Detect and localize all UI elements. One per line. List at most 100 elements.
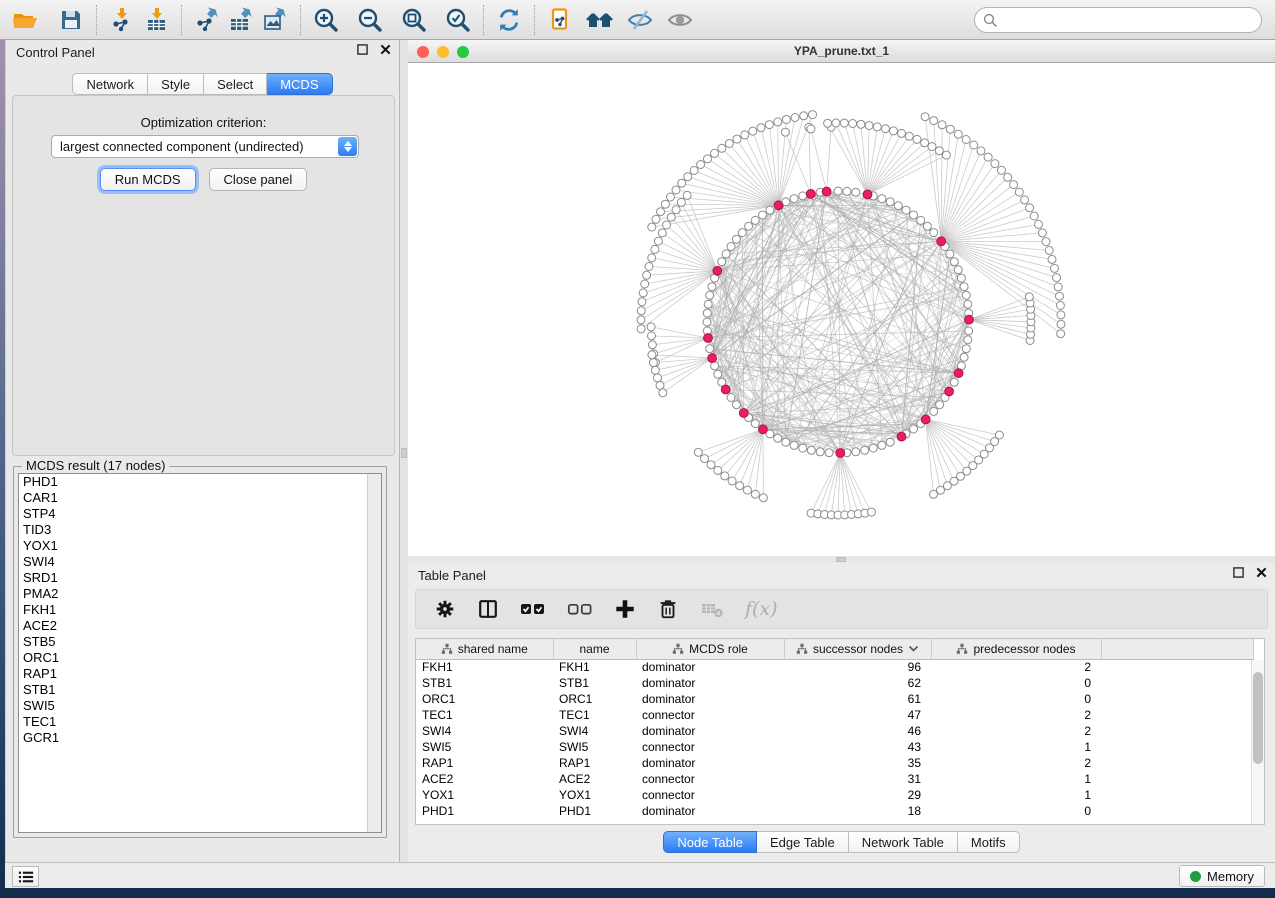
group-attribute-icon: [672, 643, 684, 655]
mcds-result-item[interactable]: GCR1: [19, 730, 381, 746]
table-row[interactable]: SWI4SWI4dominator462: [416, 723, 1253, 739]
main-toolbar: [0, 0, 1275, 40]
export-image-button[interactable]: [258, 4, 292, 36]
hide-selected-button[interactable]: [623, 4, 657, 36]
column-header-name[interactable]: name: [553, 639, 636, 659]
mcds-result-item[interactable]: FKH1: [19, 602, 381, 618]
select-all-button[interactable]: [520, 600, 546, 618]
mcds-result-item[interactable]: ACE2: [19, 618, 381, 634]
horizontal-splitter-handle[interactable]: [836, 557, 846, 562]
search-input[interactable]: [1003, 10, 1261, 30]
mcds-result-item[interactable]: SWI4: [19, 554, 381, 570]
zoom-in-button[interactable]: [309, 4, 343, 36]
tab-network[interactable]: Network: [72, 73, 148, 95]
float-panel-icon[interactable]: [357, 44, 368, 55]
column-header-predecessor-nodes[interactable]: predecessor nodes: [931, 639, 1101, 659]
result-list-scrollbar[interactable]: [367, 474, 381, 832]
import-table-button[interactable]: [139, 4, 173, 36]
mcds-result-item[interactable]: YOX1: [19, 538, 381, 554]
show-all-button[interactable]: [663, 4, 697, 36]
node-table[interactable]: shared namenameMCDS rolesuccessor nodesp…: [415, 638, 1265, 825]
toolbar-separator: [181, 5, 182, 35]
memory-button[interactable]: Memory: [1179, 865, 1265, 887]
mcds-result-item[interactable]: STB1: [19, 682, 381, 698]
optimization-criterion-value: largest connected component (undirected): [60, 139, 304, 154]
table-row[interactable]: PHD1PHD1dominator180: [416, 803, 1253, 819]
column-header-MCDS-role[interactable]: MCDS role: [636, 639, 784, 659]
float-panel-icon[interactable]: [1233, 567, 1244, 578]
mcds-result-item[interactable]: ORC1: [19, 650, 381, 666]
zoom-fit-button[interactable]: [397, 4, 431, 36]
add-row-button[interactable]: [614, 598, 636, 620]
tab-mcds[interactable]: MCDS: [267, 73, 332, 95]
network-view-window: YPA_prune.txt_1: [408, 40, 1275, 556]
export-table-button[interactable]: [224, 4, 258, 36]
table-row[interactable]: SWI5SWI5connector431: [416, 739, 1253, 755]
tab-node-table[interactable]: Node Table: [663, 831, 757, 853]
table-scrollbar-thumb[interactable]: [1253, 672, 1263, 764]
group-attribute-icon: [441, 643, 453, 655]
double-house-icon: [586, 8, 614, 32]
tab-network-table[interactable]: Network Table: [849, 831, 958, 853]
column-header-successor-nodes[interactable]: successor nodes: [784, 639, 931, 659]
import-network-button[interactable]: [105, 4, 139, 36]
table-row[interactable]: FKH1FKH1dominator962: [416, 659, 1253, 675]
mcds-result-item[interactable]: TEC1: [19, 714, 381, 730]
traffic-minimize-button[interactable]: [437, 46, 449, 58]
table-scrollbar[interactable]: [1251, 660, 1264, 824]
mcds-result-item[interactable]: RAP1: [19, 666, 381, 682]
delete-row-button[interactable]: [657, 598, 679, 620]
task-history-button[interactable]: [12, 866, 39, 887]
mcds-result-item[interactable]: PHD1: [19, 474, 381, 490]
table-row[interactable]: YOX1YOX1connector291: [416, 787, 1253, 803]
mcds-result-group-title: MCDS result (17 nodes): [22, 458, 169, 473]
table-settings-button[interactable]: [434, 598, 456, 620]
close-panel-button[interactable]: Close panel: [209, 168, 308, 191]
mcds-result-item[interactable]: SWI5: [19, 698, 381, 714]
optimization-criterion-select[interactable]: largest connected component (undirected): [51, 135, 359, 158]
run-mcds-button[interactable]: Run MCDS: [100, 168, 196, 191]
close-panel-icon[interactable]: [380, 44, 391, 55]
traffic-zoom-button[interactable]: [457, 46, 469, 58]
mcds-result-item[interactable]: STB5: [19, 634, 381, 650]
tab-edge-table[interactable]: Edge Table: [757, 831, 849, 853]
mcds-result-item[interactable]: PMA2: [19, 586, 381, 602]
table-row[interactable]: STB1STB1dominator620: [416, 675, 1253, 691]
delete-table-button: [700, 599, 724, 619]
mcds-result-item[interactable]: SRD1: [19, 570, 381, 586]
traffic-close-button[interactable]: [417, 46, 429, 58]
open-folder-icon: [12, 8, 39, 32]
mcds-result-list[interactable]: PHD1CAR1STP4TID3YOX1SWI4SRD1PMA2FKH1ACE2…: [18, 473, 382, 833]
mcds-result-item[interactable]: CAR1: [19, 490, 381, 506]
vertical-splitter-handle[interactable]: [401, 448, 407, 458]
column-header-shared-name[interactable]: shared name: [416, 639, 553, 659]
close-panel-icon[interactable]: [1256, 567, 1267, 578]
control-panel: Control Panel NetworkStyleSelectMCDS Opt…: [5, 40, 400, 862]
tab-style[interactable]: Style: [148, 73, 204, 95]
deselect-all-button[interactable]: [567, 600, 593, 618]
table-row[interactable]: ORC1ORC1dominator610: [416, 691, 1253, 707]
horizontal-splitter[interactable]: [408, 556, 1275, 563]
export-network-button[interactable]: [190, 4, 224, 36]
zoom-out-button[interactable]: [353, 4, 387, 36]
search-box[interactable]: [974, 7, 1262, 33]
new-network-from-selection-button[interactable]: [543, 4, 577, 36]
network-window-titlebar[interactable]: YPA_prune.txt_1: [408, 40, 1275, 63]
network-canvas[interactable]: [408, 63, 1275, 556]
table-row[interactable]: ACE2ACE2connector311: [416, 771, 1253, 787]
open-file-button[interactable]: [8, 4, 42, 36]
network-window-title: YPA_prune.txt_1: [794, 44, 889, 58]
tab-select[interactable]: Select: [204, 73, 267, 95]
mcds-result-item[interactable]: STP4: [19, 506, 381, 522]
apply-layout-button[interactable]: [492, 4, 526, 36]
network-home-button[interactable]: [583, 4, 617, 36]
table-row[interactable]: RAP1RAP1dominator352: [416, 755, 1253, 771]
import-table-icon: [144, 7, 169, 32]
table-row[interactable]: TEC1TEC1connector472: [416, 707, 1253, 723]
save-session-button[interactable]: [54, 4, 88, 36]
tab-motifs[interactable]: Motifs: [958, 831, 1020, 853]
show-columns-button[interactable]: [477, 598, 499, 620]
vertical-splitter[interactable]: [400, 40, 408, 862]
zoom-selected-button[interactable]: [441, 4, 475, 36]
mcds-result-item[interactable]: TID3: [19, 522, 381, 538]
